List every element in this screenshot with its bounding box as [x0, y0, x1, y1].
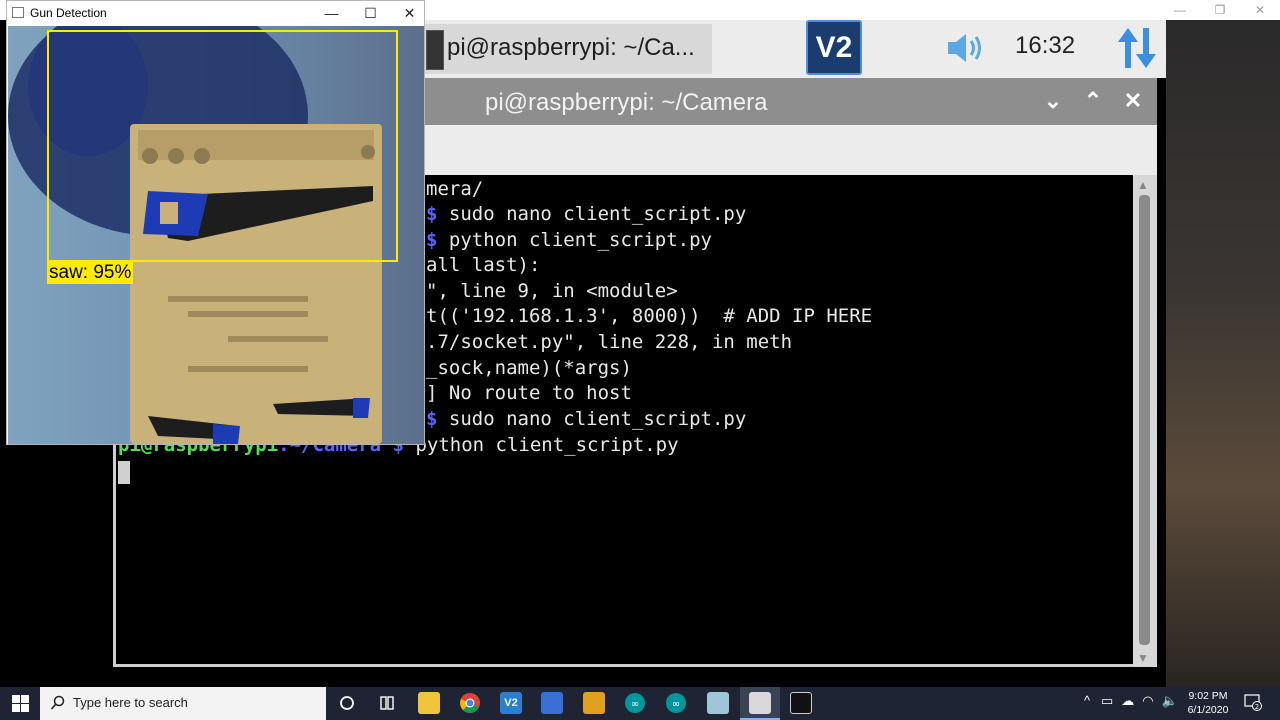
- scroll-down-arrow-icon[interactable]: ▼: [1137, 651, 1149, 665]
- vnc-viewer-icon[interactable]: V2: [500, 692, 522, 714]
- close-button[interactable]: ✕: [390, 2, 429, 24]
- terminal-line: _sock,name)(*args): [426, 357, 632, 379]
- host-window-controls: — ❐ ✕: [1160, 0, 1280, 20]
- windows-start-button[interactable]: [0, 687, 40, 720]
- terminal-line: $ sudo nano client_script.py: [426, 203, 747, 225]
- terminal-window-controls: ⌄ ⌃ ✕: [1040, 88, 1146, 114]
- arduino-icon[interactable]: ∞: [624, 692, 646, 714]
- battery-icon[interactable]: ▭: [1101, 693, 1113, 709]
- terminal-line: t(('192.168.1.3', 8000)) # ADD IP HERE: [426, 305, 873, 327]
- terminal-line: $ python client_script.py: [426, 229, 712, 251]
- svg-text:∞: ∞: [631, 699, 639, 710]
- scroll-up-arrow-icon[interactable]: ▲: [1137, 178, 1149, 192]
- svg-text:∞: ∞: [672, 699, 680, 710]
- arduino-icon-2[interactable]: ∞: [665, 692, 687, 714]
- app-icon[interactable]: [583, 692, 605, 714]
- terminal-line: mera/: [426, 178, 484, 200]
- terminal-scrollbar-thumb[interactable]: [1139, 195, 1150, 645]
- search-placeholder: Type here to search: [73, 695, 188, 710]
- windows-logo-icon: [11, 695, 29, 712]
- chrome-icon[interactable]: [459, 692, 481, 714]
- host-close-button[interactable]: ✕: [1245, 3, 1275, 17]
- clock-time: 9:02 PM: [1188, 690, 1228, 702]
- network-arrows-icon[interactable]: [1116, 26, 1158, 70]
- gun-detection-controls: — ☐ ✕: [312, 2, 429, 24]
- chevron-down-icon[interactable]: ⌄: [1040, 88, 1066, 114]
- volume-icon[interactable]: [946, 30, 988, 66]
- terminal-line: ", line 9, in <module>: [426, 280, 678, 302]
- pi-wallpaper: [1166, 20, 1280, 687]
- speaker-icon[interactable]: 🔈: [1162, 693, 1178, 709]
- panel-clock[interactable]: 16:32: [1015, 32, 1075, 60]
- terminal-line: ] No route to host: [426, 382, 632, 404]
- app-icon-2[interactable]: [707, 692, 729, 714]
- detection-label: saw: 95%: [47, 262, 134, 284]
- host-minimize-button[interactable]: —: [1165, 3, 1195, 17]
- host-maximize-button[interactable]: ❐: [1205, 3, 1235, 17]
- terminal-line: .7/socket.py", line 228, in meth: [426, 331, 793, 353]
- taskbar-clock[interactable]: 9:02 PM 6/1/2020: [1180, 689, 1236, 717]
- notepad-icon[interactable]: [749, 692, 771, 714]
- terminal-title: pi@raspberrypi: ~/Camera: [485, 89, 768, 116]
- terminal-cursor: [118, 461, 130, 484]
- wifi-icon[interactable]: ◠: [1142, 693, 1153, 709]
- panel-task-label: pi@raspberrypi: ~/Ca...: [447, 34, 695, 61]
- detection-bounding-box: [47, 30, 398, 262]
- tray-expand-icon[interactable]: ^: [1084, 693, 1090, 708]
- terminal-app-icon[interactable]: [790, 692, 812, 714]
- close-icon[interactable]: ✕: [1120, 88, 1146, 114]
- terminal-line: all last):: [426, 254, 541, 276]
- chevron-up-icon[interactable]: ⌃: [1080, 88, 1106, 114]
- clock-date: 6/1/2020: [1187, 704, 1229, 716]
- task-view-icon[interactable]: [376, 692, 398, 714]
- file-explorer-icon[interactable]: [418, 692, 440, 714]
- minimize-button[interactable]: —: [312, 2, 351, 24]
- terminal-icon: [426, 30, 444, 70]
- cortana-icon[interactable]: [336, 692, 358, 714]
- system-tray: ▭ ☁ ◠ 🔈: [1101, 693, 1178, 709]
- terminal-line: $ sudo nano client_script.py: [426, 408, 747, 430]
- notification-icon[interactable]: 2: [1244, 693, 1262, 711]
- window-app-icon: [12, 7, 24, 18]
- maximize-button[interactable]: ☐: [351, 2, 390, 24]
- vnc-icon[interactable]: V2: [806, 20, 862, 75]
- cloud-icon[interactable]: ☁: [1121, 693, 1134, 709]
- notification-count: 2: [1255, 703, 1259, 711]
- search-icon: [50, 695, 65, 710]
- network-app-icon[interactable]: [541, 692, 563, 714]
- gun-detection-title: Gun Detection: [30, 6, 107, 20]
